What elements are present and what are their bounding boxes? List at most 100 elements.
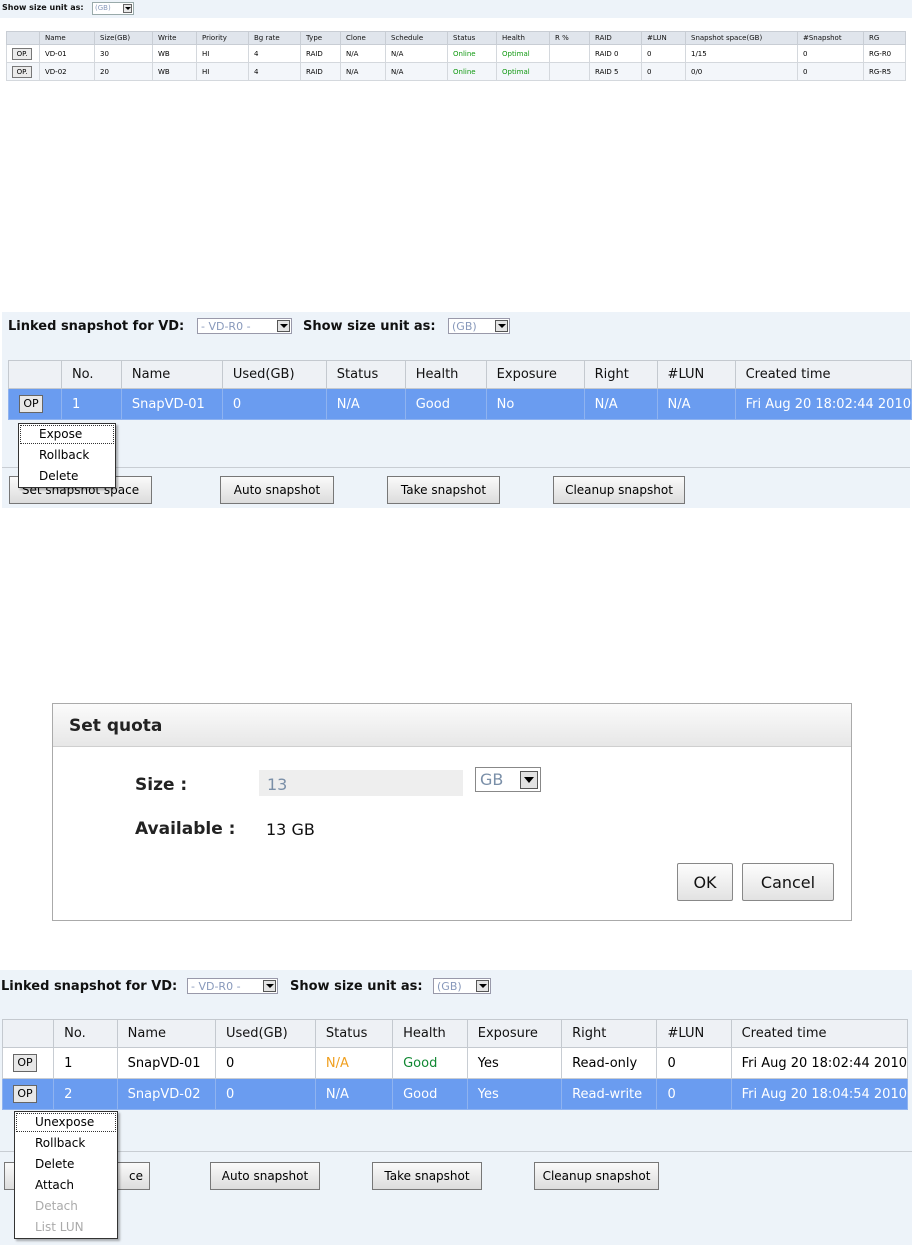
size-input[interactable]: 13 bbox=[259, 770, 463, 796]
cell-snapshot-count: 0 bbox=[797, 62, 864, 81]
size-unit-label: Show size unit as: bbox=[303, 319, 436, 334]
column-header: #LUN bbox=[656, 360, 736, 389]
cell-raid: RAID 0 bbox=[589, 44, 642, 63]
op-button[interactable]: OP. bbox=[12, 65, 32, 78]
column-header: Name bbox=[39, 31, 95, 45]
cell-lun: 0 bbox=[656, 1047, 732, 1079]
column-header: Used(GB) bbox=[215, 1019, 316, 1048]
cell-exposure: No bbox=[485, 388, 585, 420]
take-snapshot-button[interactable]: Take snapshot bbox=[387, 476, 500, 504]
cell-right: N/A bbox=[583, 388, 658, 420]
take-snapshot-button[interactable]: Take snapshot bbox=[372, 1162, 482, 1190]
table-row[interactable]: OP 1 SnapVD-01 0 N/A Good No N/A N/A Fri… bbox=[8, 388, 912, 420]
op-context-menu: Expose Rollback Delete bbox=[18, 423, 116, 488]
dialog-title: Set quota bbox=[69, 716, 163, 736]
cell-raid: RAID 5 bbox=[589, 62, 642, 81]
cell-status: N/A bbox=[314, 1047, 394, 1079]
op-button[interactable]: OP bbox=[19, 395, 43, 413]
divider bbox=[0, 1151, 912, 1152]
op-button[interactable]: OP. bbox=[12, 47, 32, 60]
table-header-row: Name Size(GB) Write Priority Bg rate Typ… bbox=[6, 31, 906, 45]
cell-no: 2 bbox=[53, 1078, 118, 1110]
column-header: RG bbox=[863, 31, 906, 45]
cleanup-snapshot-button[interactable]: Cleanup snapshot bbox=[553, 476, 685, 504]
linked-vd-select[interactable]: - VD-R0 - bbox=[187, 978, 278, 994]
size-unit-select[interactable]: (GB) bbox=[433, 978, 491, 994]
menu-item-rollback[interactable]: Rollback bbox=[15, 1133, 117, 1154]
chevron-down-icon[interactable] bbox=[495, 320, 508, 332]
chevron-down-icon[interactable] bbox=[123, 4, 132, 13]
cell-write: WB bbox=[152, 62, 197, 81]
column-header: Name bbox=[116, 1019, 217, 1048]
op-button[interactable]: OP bbox=[13, 1054, 37, 1072]
cell-lun: 0 bbox=[641, 44, 686, 63]
column-header: Exposure bbox=[485, 360, 585, 389]
column-header: Right bbox=[561, 1019, 658, 1048]
chevron-down-icon[interactable] bbox=[277, 320, 290, 332]
menu-item-unexpose[interactable]: Unexpose bbox=[15, 1112, 117, 1133]
size-unit-label: Show size unit as: bbox=[290, 979, 423, 994]
column-header: R % bbox=[549, 31, 590, 45]
set-quota-dialog: Set quota Size : 13 GB Available : 13 GB… bbox=[52, 703, 852, 921]
menu-item-attach[interactable]: Attach bbox=[15, 1175, 117, 1196]
column-header: Health bbox=[392, 1019, 468, 1048]
cell-r-percent bbox=[549, 44, 590, 63]
unit-select[interactable]: GB bbox=[475, 767, 541, 792]
chevron-down-icon[interactable] bbox=[263, 980, 276, 992]
cell-created: Fri Aug 20 18:02:44 2010 bbox=[734, 388, 912, 420]
column-header: Status bbox=[447, 31, 497, 45]
chevron-down-icon[interactable] bbox=[476, 980, 489, 992]
cell-right: Read-only bbox=[561, 1047, 658, 1079]
column-header: Name bbox=[120, 360, 223, 389]
menu-item-expose[interactable]: Expose bbox=[19, 424, 115, 445]
cell-write: WB bbox=[152, 44, 197, 63]
menu-item-delete[interactable]: Delete bbox=[15, 1154, 117, 1175]
linked-vd-label: Linked snapshot for VD: bbox=[8, 319, 185, 334]
available-label: Available : bbox=[135, 819, 236, 839]
column-header: Created time bbox=[730, 1019, 909, 1048]
table-row: OP. VD-02 20 WB HI 4 RAID N/A N/A Online… bbox=[6, 62, 906, 81]
cell-rg: RG-R5 bbox=[863, 62, 906, 81]
menu-item-delete[interactable]: Delete bbox=[19, 466, 115, 487]
column-header: #Snapshot bbox=[797, 31, 864, 45]
available-value: 13 GB bbox=[266, 820, 315, 839]
auto-snapshot-button[interactable]: Auto snapshot bbox=[210, 1162, 320, 1190]
cancel-button[interactable]: Cancel bbox=[742, 863, 834, 901]
column-header: Schedule bbox=[385, 31, 448, 45]
ok-button[interactable]: OK bbox=[677, 863, 733, 901]
linked-vd-label: Linked snapshot for VD: bbox=[1, 979, 178, 994]
cell-health: Optimal bbox=[496, 62, 550, 81]
cell-size: 30 bbox=[94, 44, 153, 63]
cell-name: SnapVD-02 bbox=[116, 1078, 217, 1110]
column-header: RAID bbox=[589, 31, 642, 45]
divider bbox=[2, 467, 910, 468]
column-header bbox=[6, 31, 40, 45]
cell-lun: N/A bbox=[656, 388, 736, 420]
snapshot-vd-bar: Linked snapshot for VD: - VD-R0 - Show s… bbox=[2, 312, 910, 342]
auto-snapshot-button[interactable]: Auto snapshot bbox=[220, 476, 334, 504]
size-unit-value: (GB) bbox=[437, 980, 462, 993]
menu-item-rollback[interactable]: Rollback bbox=[19, 445, 115, 466]
cell-snapshot-space: 1/15 bbox=[685, 44, 798, 63]
cell-health: Optimal bbox=[496, 44, 550, 63]
op-button[interactable]: OP bbox=[13, 1085, 37, 1103]
cell-priority: HI bbox=[196, 44, 249, 63]
column-header: #LUN bbox=[656, 1019, 732, 1048]
cell-clone: N/A bbox=[340, 62, 386, 81]
linked-vd-select[interactable]: - VD-R0 - bbox=[197, 318, 292, 334]
column-header: Used(GB) bbox=[221, 360, 327, 389]
column-header bbox=[8, 360, 62, 389]
size-unit-select[interactable]: (GB) bbox=[92, 2, 134, 15]
size-unit-select[interactable]: (GB) bbox=[448, 318, 510, 334]
cleanup-snapshot-button[interactable]: Cleanup snapshot bbox=[534, 1162, 659, 1190]
cell-type: RAID bbox=[300, 62, 341, 81]
table-row[interactable]: OP 2 SnapVD-02 0 N/A Good Yes Read-write… bbox=[1, 1078, 909, 1110]
cell-status: Online bbox=[447, 62, 497, 81]
unit-select-value: GB bbox=[480, 770, 504, 789]
table-header-row: No. Name Used(GB) Status Health Exposure… bbox=[8, 360, 912, 389]
snapshot-panel: No. Name Used(GB) Status Health Exposure… bbox=[2, 342, 912, 508]
cell-created: Fri Aug 20 18:02:44 2010 bbox=[730, 1047, 909, 1079]
column-header: Exposure bbox=[466, 1019, 563, 1048]
chevron-down-icon[interactable] bbox=[520, 771, 538, 789]
table-row[interactable]: OP 1 SnapVD-01 0 N/A Good Yes Read-only … bbox=[1, 1047, 909, 1079]
